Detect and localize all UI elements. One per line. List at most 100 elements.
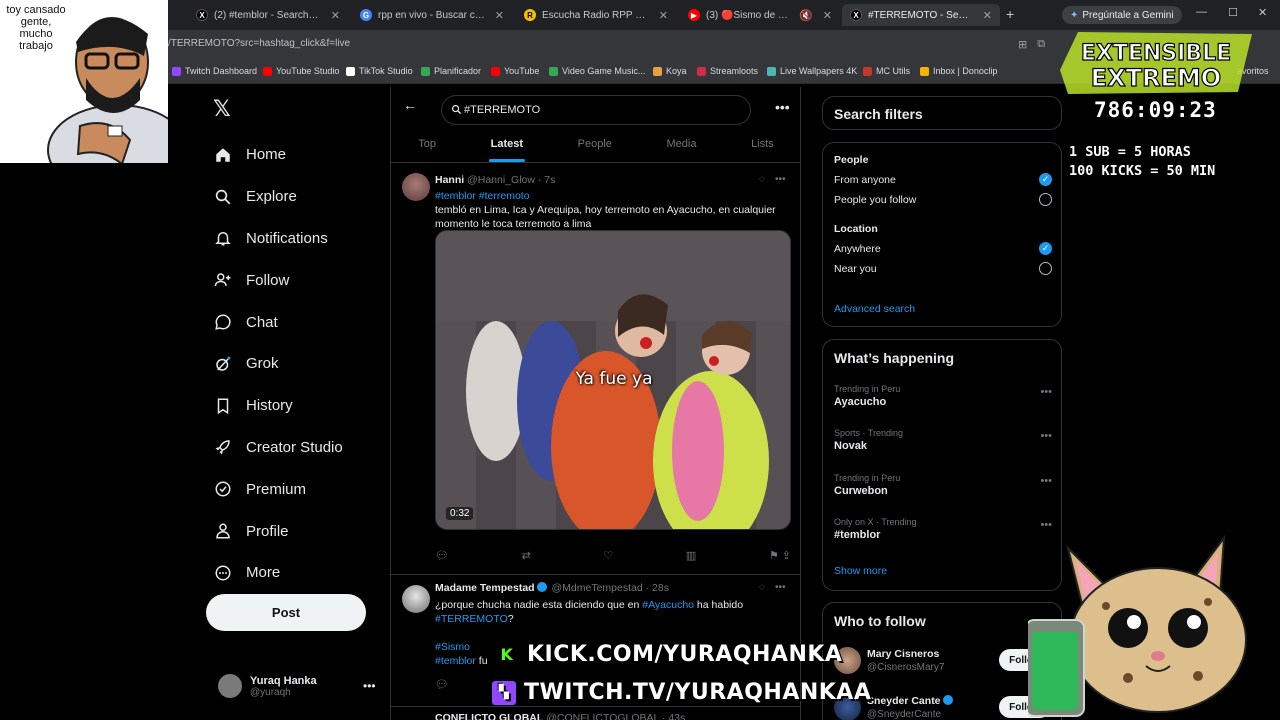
browser-tab[interactable]: G rpp en vivo - Buscar con Google ✕ (352, 4, 512, 26)
filter-option-anywhere[interactable]: Anywhere ✓ (834, 242, 1052, 255)
close-tab-icon[interactable]: ✕ (331, 9, 340, 22)
grok-analyze-icon[interactable]: ◌ (759, 582, 765, 593)
tweet-actions: 💬︎ ⇄ ♡ ▥ ⚑ ⇪ (435, 549, 791, 562)
url-field[interactable]: /TERREMOTO?src=hashtag_click&f=live (168, 38, 350, 49)
trend-more-icon[interactable]: ••• (1040, 475, 1052, 487)
account-more-icon[interactable]: ••• (363, 679, 376, 693)
reply-icon[interactable]: 💬︎ (435, 549, 449, 562)
translate-icon[interactable]: ⊞ (1018, 38, 1027, 51)
close-tab-icon[interactable]: ✕ (823, 9, 832, 22)
repost-icon[interactable]: ⇄ (522, 549, 531, 562)
new-tab-icon[interactable]: + (1006, 6, 1014, 22)
hashtag-link[interactable]: #Ayacucho (642, 599, 694, 611)
bookmark-streamloots[interactable]: Streamloots (697, 66, 758, 76)
tweet-video[interactable]: Ya fue ya 0:32 (435, 230, 791, 530)
browser-tab[interactable]: R Escucha Radio RPP Player EN VIVO ✕ (516, 4, 676, 26)
radio-checked-icon[interactable]: ✓ (1039, 173, 1052, 186)
close-tab-icon[interactable]: ✕ (495, 9, 504, 22)
nav-profile[interactable]: Profile (214, 510, 343, 552)
browser-tab-active[interactable]: X #TERREMOTO - Search / X ✕ (842, 4, 1000, 26)
bookmark-twitch-dashboard[interactable]: Twitch Dashboard (172, 66, 257, 76)
browser-tab[interactable]: ▶ (3) 🔴Sismo de 7.2 en AYACUCHO 🔇 ✕ (680, 4, 840, 26)
tweet-hashtags[interactable]: #temblor #terremoto (435, 190, 530, 202)
more-icon[interactable]: ••• (775, 99, 790, 115)
avatar[interactable] (402, 173, 430, 201)
trend-item[interactable]: Trending in Peru Curwebon ••• (834, 473, 1052, 497)
extensible-logo-icon: EXTENSIBLE EXTREMO (1060, 32, 1252, 94)
tweet[interactable]: CONFLICTO GLOBAL @CONFLICTOGLOBAL · 43s (391, 708, 800, 720)
nav-follow[interactable]: Follow (214, 259, 343, 301)
nav-grok[interactable]: Grok (214, 343, 343, 385)
trend-item[interactable]: Only on X · Trending #temblor ••• (834, 517, 1052, 541)
nav-creator-studio[interactable]: Creator Studio (214, 427, 343, 469)
nav-history[interactable]: History (214, 385, 343, 427)
nav-more[interactable]: More (214, 552, 343, 594)
grok-analyze-icon[interactable]: ◌ (759, 174, 765, 185)
close-tab-icon[interactable]: ✕ (983, 9, 992, 22)
mute-tab-icon[interactable]: 🔇 (799, 9, 813, 22)
like-icon[interactable]: ♡ (603, 549, 613, 562)
hashtag-link[interactable]: #Sismo (435, 641, 470, 653)
radio-checked-icon[interactable]: ✓ (1039, 242, 1052, 255)
trend-term: Novak (834, 440, 868, 452)
nav-notifications[interactable]: Notifications (214, 218, 343, 260)
x-logo-icon[interactable]: 𝕏 (213, 96, 231, 122)
bookmark-video-game-music[interactable]: Video Game Music... (549, 66, 645, 76)
nav-premium[interactable]: Premium (214, 468, 343, 510)
bookmark-koya[interactable]: Koya (653, 66, 687, 76)
radio-unchecked-icon[interactable] (1039, 193, 1052, 206)
maximize-icon[interactable]: ☐ (1228, 6, 1238, 19)
tab-latest[interactable]: Latest (488, 127, 526, 162)
browser-tab-bar: X (2) #temblor - Search / X ✕ G rpp en v… (0, 0, 1280, 30)
bookmark-share-icons[interactable]: ⚑ ⇪ (769, 549, 791, 562)
bookmark-planificador[interactable]: Planificador (421, 66, 481, 76)
tab-lists[interactable]: Lists (751, 127, 774, 162)
advanced-search-link[interactable]: Advanced search (834, 303, 915, 315)
filter-option-near-you[interactable]: Near you (834, 262, 1052, 275)
minimize-icon[interactable]: — (1196, 6, 1207, 18)
tab-people[interactable]: People (578, 127, 612, 162)
bookmark-youtube[interactable]: YouTube (491, 66, 539, 76)
search-input[interactable] (441, 95, 751, 125)
tweet[interactable]: Hanni @Hanni_Glow · 7s ◌ ••• #temblor #t… (391, 164, 800, 575)
show-more-link[interactable]: Show more (834, 565, 887, 577)
nav-explore[interactable]: Explore (214, 176, 343, 218)
trend-item[interactable]: Trending in Peru Ayacucho ••• (834, 384, 1052, 408)
reply-icon[interactable]: 💬︎ (435, 678, 449, 691)
filter-option-from-anyone[interactable]: From anyone ✓ (834, 173, 1052, 186)
bookmark-tiktok-studio[interactable]: TikTok Studio (346, 66, 413, 76)
bookmark-youtube-studio[interactable]: YouTube Studio (263, 66, 339, 76)
bookmark-donoclip[interactable]: Inbox | Donoclip (920, 66, 997, 76)
hashtag-link[interactable]: #temblor (435, 655, 476, 667)
tweet-more-icon[interactable]: ••• (775, 174, 786, 185)
back-arrow-icon[interactable]: ← (403, 97, 417, 113)
tweet-author-name[interactable]: Madame Tempestad (435, 582, 535, 594)
gemini-button[interactable]: ✦ Pregúntale a Gemini (1062, 6, 1182, 24)
nav-home[interactable]: Home (214, 134, 343, 176)
close-tab-icon[interactable]: ✕ (659, 9, 668, 22)
nav-chat[interactable]: Chat (214, 301, 343, 343)
account-switcher[interactable]: Yuraq Hanka @yuraqh (218, 674, 317, 698)
follow-suggestion[interactable]: Mary Cisneros @CisnerosMary7 Follow (834, 647, 1052, 681)
bookmark-live-wallpapers[interactable]: Live Wallpapers 4K (767, 66, 857, 76)
trend-more-icon[interactable]: ••• (1040, 430, 1052, 442)
trend-item[interactable]: Sports · Trending Novak ••• (834, 428, 1052, 452)
tweet-author-name[interactable]: CONFLICTO GLOBAL (435, 712, 543, 720)
avatar[interactable] (402, 585, 430, 613)
bookmark-mc-utils[interactable]: MC Utils (863, 66, 910, 76)
tweet-more-icon[interactable]: ••• (775, 582, 786, 593)
filter-option-people-you-follow[interactable]: People you follow (834, 193, 1052, 206)
tab-media[interactable]: Media (667, 127, 697, 162)
trend-category: Only on X · Trending (834, 517, 917, 527)
tweet-author-name[interactable]: Hanni (435, 174, 464, 186)
hashtag-link[interactable]: #TERREMOTO (435, 613, 508, 625)
radio-unchecked-icon[interactable] (1039, 262, 1052, 275)
views-icon[interactable]: ▥ (686, 549, 696, 562)
trend-more-icon[interactable]: ••• (1040, 386, 1052, 398)
install-icon[interactable]: ⧉ (1037, 38, 1045, 51)
suggestion-handle: @CisnerosMary7 (867, 662, 945, 673)
browser-tab[interactable]: X (2) #temblor - Search / X ✕ (188, 4, 348, 26)
tab-top[interactable]: Top (418, 127, 436, 162)
post-button[interactable]: Post (206, 594, 366, 631)
close-window-icon[interactable]: ✕ (1258, 6, 1267, 19)
